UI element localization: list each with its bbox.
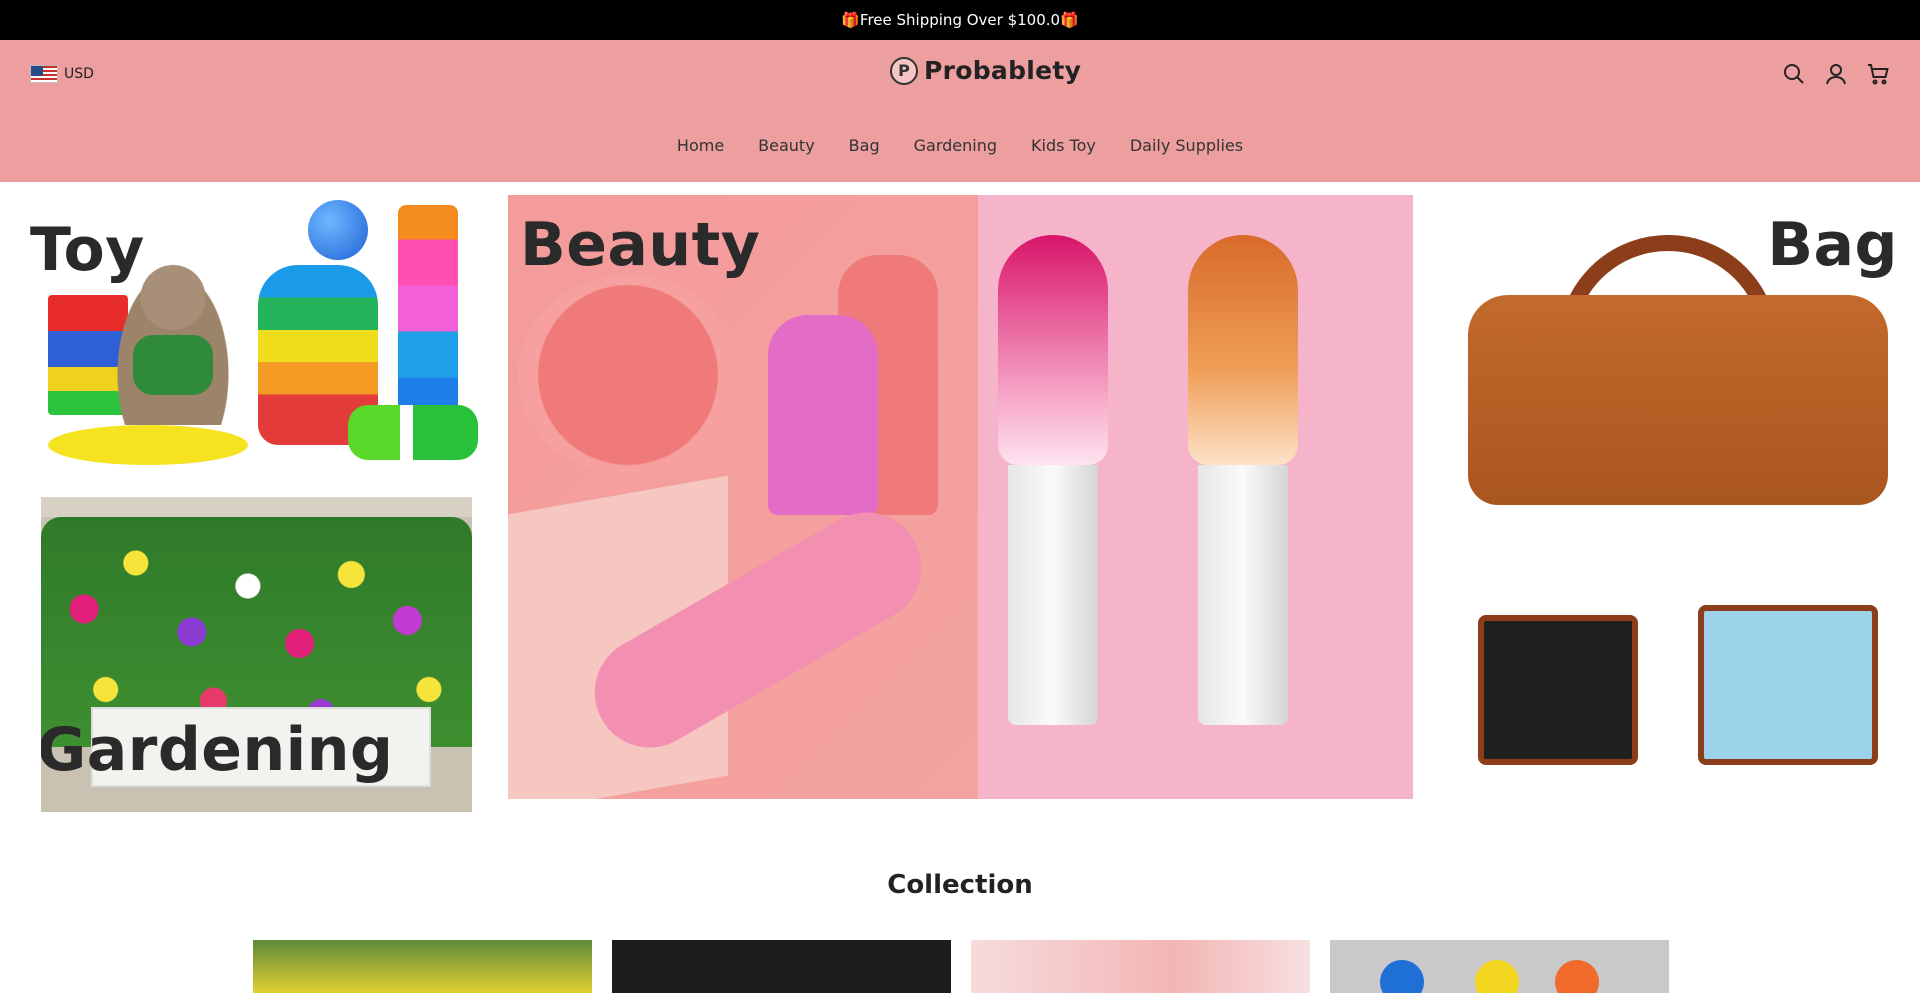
beauty-tile[interactable]: Beauty [508, 195, 1413, 799]
currency-selector[interactable]: USD [30, 65, 94, 83]
currency-label: USD [64, 66, 94, 82]
orange-ball-image [1555, 960, 1599, 993]
main-nav: Home Beauty Bag Gardening Kids Toy Daily… [0, 136, 1920, 155]
nav-beauty[interactable]: Beauty [758, 136, 815, 155]
yellow-ball-image [1475, 960, 1519, 993]
nav-home[interactable]: Home [677, 136, 724, 155]
beauty-tile-label: Beauty [520, 210, 761, 280]
announcement-text: 🎁Free Shipping Over $100.0🎁 [841, 11, 1079, 29]
green-cups-image [348, 405, 478, 460]
collection-card[interactable] [253, 940, 592, 993]
black-crossbody-bag-image [1478, 615, 1638, 765]
collection-title: Collection [887, 870, 1033, 900]
header-tools [1782, 62, 1890, 86]
toy-base-image [48, 425, 248, 465]
lip-stick-image [768, 315, 878, 515]
logo-mark: P [890, 56, 918, 85]
toy-tile[interactable]: Toy [18, 195, 500, 495]
site-logo[interactable]: P Probablety [890, 56, 1081, 85]
gloss-pink [998, 235, 1108, 735]
search-icon[interactable] [1782, 62, 1806, 86]
toy-tile-label: Toy [30, 215, 145, 285]
announcement-bar: 🎁Free Shipping Over $100.0🎁 [0, 0, 1920, 40]
blue-ball-image [1380, 960, 1424, 993]
stacking-cups-image [398, 205, 458, 435]
bag-tile[interactable]: Bag [1438, 195, 1920, 799]
collection-card[interactable] [971, 940, 1310, 993]
bag-tile-label: Bag [1767, 210, 1898, 280]
collection-card[interactable] [612, 940, 951, 993]
gardening-tile-label: Gardening [41, 715, 394, 785]
leather-bag-image [1468, 295, 1888, 505]
cart-icon[interactable] [1866, 62, 1890, 86]
account-icon[interactable] [1824, 62, 1848, 86]
nav-gardening[interactable]: Gardening [914, 136, 997, 155]
bear-shirt-image [133, 335, 213, 395]
nav-kids-toy[interactable]: Kids Toy [1031, 136, 1096, 155]
collection-card[interactable] [1330, 940, 1669, 993]
gloss-gold [1188, 235, 1298, 735]
logo-text: Probablety [924, 56, 1082, 85]
collection-cards [253, 940, 1669, 993]
gardening-tile[interactable]: Gardening [41, 497, 472, 812]
lip-gloss-image [978, 195, 1413, 799]
cosmetics-image [508, 195, 978, 799]
nav-bag[interactable]: Bag [849, 136, 880, 155]
site-header: USD P Probablety Home Beauty Bag Gardeni… [0, 40, 1920, 182]
nav-daily-supplies[interactable]: Daily Supplies [1130, 136, 1243, 155]
us-flag-icon [30, 65, 58, 83]
blue-ball-image [308, 200, 368, 260]
blue-crossbody-bag-image [1698, 605, 1878, 765]
compact-image [518, 275, 738, 475]
